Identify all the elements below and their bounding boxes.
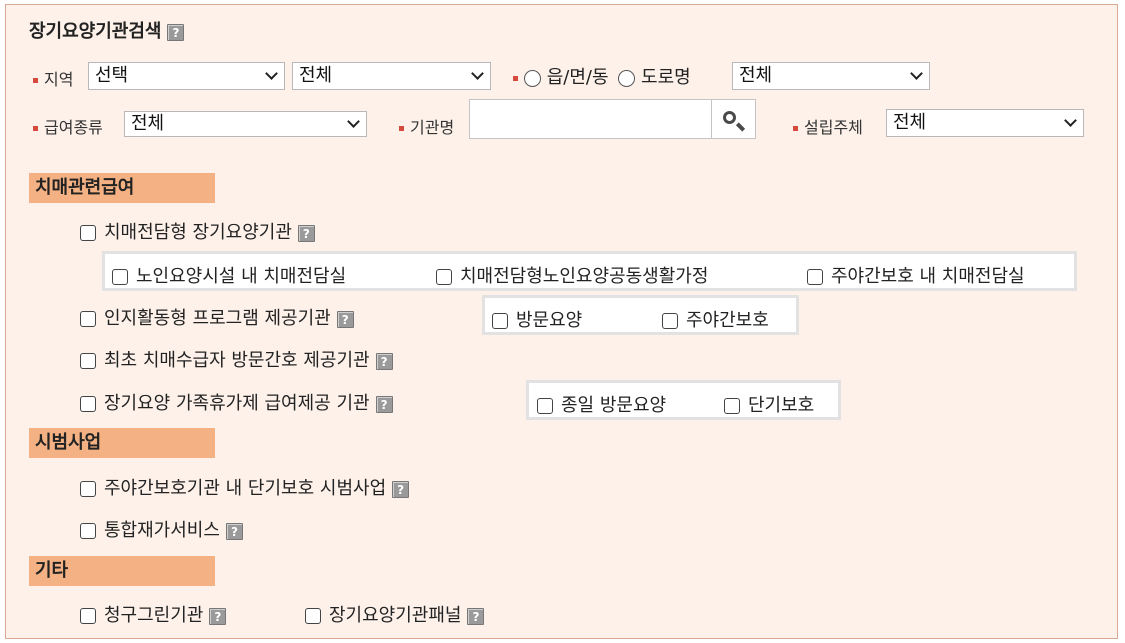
founder-label: 설립주체 — [793, 114, 863, 138]
founder-select[interactable]: 전체 — [886, 109, 1084, 137]
item-label: 종일 방문요양 — [561, 395, 667, 416]
item-label: 인지활동형 프로그램 제공기관 — [104, 308, 331, 329]
item-label: 주야간보호 — [686, 310, 769, 331]
bullet-icon — [33, 126, 38, 131]
item-label: 청구그린기관 — [104, 605, 204, 626]
section-dementia-header: 치매관련급여 — [29, 173, 215, 203]
sub-checkbox-item[interactable]: 방문요양 — [492, 306, 582, 332]
search-button[interactable] — [711, 99, 756, 139]
item-label: 단기보호 — [748, 395, 815, 416]
help-icon[interactable]: ? — [209, 607, 227, 625]
help-icon[interactable]: ? — [375, 352, 393, 370]
help-icon[interactable]: ? — [336, 310, 354, 328]
checkbox[interactable] — [80, 311, 96, 327]
page-title: 장기요양기관검색? — [29, 17, 185, 43]
checkbox[interactable] — [80, 396, 96, 412]
search-icon — [723, 111, 736, 124]
institution-name-input[interactable] — [469, 99, 712, 139]
checkbox-item-first-dementia-nursing[interactable]: 최초 치매수급자 방문간호 제공기관? — [80, 346, 393, 372]
founder-select-value: 전체 — [893, 112, 927, 133]
help-icon[interactable]: ? — [375, 395, 393, 413]
region-select[interactable]: 선택 — [88, 62, 285, 90]
checkbox-item-family-vacation[interactable]: 장기요양 가족휴가제 급여제공 기관? — [80, 389, 393, 415]
sub-checkbox-item[interactable]: 치매전담형노인요양공동생활가정 — [436, 262, 708, 288]
founder-label-text: 설립주체 — [804, 118, 863, 137]
item-label: 주야간보호기관 내 단기보호 시범사업 — [104, 478, 387, 499]
family-vacation-subbox: 종일 방문요양 단기보호 — [526, 380, 841, 420]
bullet-icon — [399, 126, 404, 131]
region-sub-select[interactable]: 전체 — [292, 62, 491, 90]
sub-checkbox-item[interactable]: 주야간보호 내 치매전담실 — [807, 262, 1025, 288]
region-select-value: 선택 — [95, 65, 129, 86]
radio-eupmyeondong-label: 읍/면/동 — [546, 67, 609, 88]
checkbox[interactable] — [80, 523, 96, 539]
checkbox[interactable] — [492, 313, 508, 329]
checkbox-item-green-billing[interactable]: 청구그린기관? — [80, 601, 227, 627]
sub-checkbox-item[interactable]: 주야간보호 — [662, 306, 769, 332]
checkbox-item-integrated-home-service[interactable]: 통합재가서비스? — [80, 516, 243, 542]
item-label: 장기요양 가족휴가제 급여제공 기관 — [104, 393, 370, 414]
region-label: 지역 — [33, 66, 73, 90]
checkbox-item-panel[interactable]: 장기요양기관패널? — [305, 601, 485, 627]
help-icon[interactable]: ? — [392, 480, 410, 498]
road-select-value: 전체 — [739, 65, 773, 86]
checkbox[interactable] — [80, 481, 96, 497]
checkbox-item-short-term-pilot[interactable]: 주야간보호기관 내 단기보호 시범사업? — [80, 474, 410, 500]
checkbox[interactable] — [807, 269, 823, 285]
item-label: 치매전담형노인요양공동생활가정 — [460, 266, 709, 287]
search-icon-handle — [735, 122, 746, 132]
checkbox[interactable] — [662, 313, 678, 329]
chevron-down-icon — [265, 67, 278, 80]
checkbox[interactable] — [305, 608, 321, 624]
radio-eupmyeondong[interactable] — [524, 69, 541, 87]
region-sub-select-value: 전체 — [299, 65, 333, 86]
sub-checkbox-item[interactable]: 노인요양시설 내 치매전담실 — [112, 262, 346, 288]
section-other-header: 기타 — [29, 556, 215, 586]
benefit-label-text: 급여종류 — [44, 118, 103, 137]
bullet-icon — [33, 78, 38, 83]
checkbox[interactable] — [80, 608, 96, 624]
region-label-text: 지역 — [44, 70, 74, 89]
checkbox-item-dementia-dedicated[interactable]: 치매전담형 장기요양기관? — [80, 218, 315, 244]
road-select[interactable]: 전체 — [732, 62, 930, 90]
institution-label-text: 기관명 — [410, 118, 455, 137]
benefit-select[interactable]: 전체 — [124, 111, 367, 137]
dementia-dedicated-subbox: 노인요양시설 내 치매전담실 치매전담형노인요양공동생활가정 주야간보호 내 치… — [102, 251, 1077, 291]
item-label: 장기요양기관패널 — [329, 605, 462, 626]
sub-checkbox-item[interactable]: 종일 방문요양 — [537, 391, 666, 417]
help-icon[interactable]: ? — [467, 607, 485, 625]
radio-road-name-label: 도로명 — [641, 67, 691, 88]
checkbox[interactable] — [112, 269, 128, 285]
item-label: 방문요양 — [516, 310, 583, 331]
checkbox[interactable] — [80, 225, 96, 241]
checkbox[interactable] — [436, 269, 452, 285]
address-type-radios: 읍/면/동 도로명 — [513, 63, 691, 89]
help-icon[interactable]: ? — [225, 522, 243, 540]
help-icon[interactable]: ? — [167, 23, 185, 41]
chevron-down-icon — [347, 115, 360, 128]
checkbox-item-cognitive-program[interactable]: 인지활동형 프로그램 제공기관? — [80, 304, 354, 330]
sub-checkbox-item[interactable]: 단기보호 — [724, 391, 814, 417]
bullet-icon — [513, 75, 518, 81]
item-label: 통합재가서비스 — [104, 520, 220, 541]
chevron-down-icon — [471, 67, 484, 80]
item-label: 노인요양시설 내 치매전담실 — [136, 266, 347, 287]
chevron-down-icon — [910, 67, 923, 80]
bullet-icon — [793, 126, 798, 131]
radio-road-name[interactable] — [618, 69, 636, 87]
help-icon[interactable]: ? — [297, 224, 315, 242]
chevron-down-icon — [1064, 114, 1077, 127]
checkbox[interactable] — [724, 398, 740, 414]
item-label: 치매전담형 장기요양기관 — [104, 222, 292, 243]
benefit-label: 급여종류 — [33, 114, 103, 138]
section-pilot-header: 시범사업 — [29, 428, 215, 458]
institution-label: 기관명 — [399, 114, 454, 138]
cognitive-program-subbox: 방문요양 주야간보호 — [482, 295, 799, 335]
checkbox[interactable] — [80, 353, 96, 369]
item-label: 주야간보호 내 치매전담실 — [831, 266, 1025, 287]
checkbox[interactable] — [537, 398, 553, 414]
page-title-text: 장기요양기관검색 — [29, 21, 162, 42]
item-label: 최초 치매수급자 방문간호 제공기관 — [104, 350, 370, 371]
benefit-select-value: 전체 — [131, 113, 165, 134]
